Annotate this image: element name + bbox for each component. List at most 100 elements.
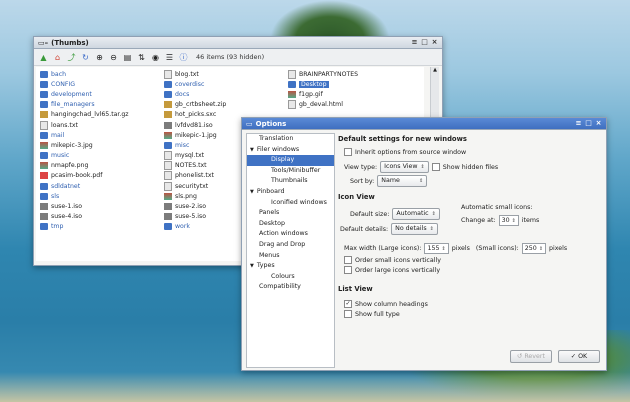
file-item[interactable]: sls [40, 191, 129, 201]
file-item[interactable]: suse-4.iso [40, 212, 129, 222]
max-width-large-spinner[interactable]: 155 ⇕ [424, 243, 449, 254]
sort-by-combo[interactable]: Name ⇕ [377, 175, 428, 187]
nav-item[interactable]: ▼ Types [247, 261, 334, 272]
nav-item[interactable]: Translation [247, 134, 334, 145]
nav-item[interactable]: Colours [247, 272, 334, 283]
nav-item[interactable]: Tools/Minibuffer [247, 166, 334, 177]
file-icon [164, 161, 172, 171]
shade-icon[interactable]: ≡ [411, 39, 418, 46]
file-item[interactable]: blog.txt [164, 69, 226, 79]
file-item[interactable]: suse-2.iso [164, 201, 226, 211]
show-full-type-checkbox[interactable] [344, 310, 352, 318]
file-item[interactable]: lvfdvd81.iso [164, 120, 226, 130]
nav-item[interactable]: Compatibility [247, 282, 334, 293]
file-item[interactable]: mail [40, 130, 129, 140]
close-icon[interactable]: × [431, 39, 438, 46]
file-item[interactable]: sdldatnet [40, 181, 129, 191]
file-item[interactable]: gb_deval.html [288, 100, 358, 110]
revert-label: Revert [524, 353, 545, 360]
info-icon[interactable]: ⓘ [178, 52, 189, 63]
file-item[interactable]: gb_crtbsheet.zip [164, 100, 226, 110]
options-titlebar[interactable]: ▭ Options ≡ □ × [242, 118, 606, 130]
file-item[interactable]: suse-1.iso [40, 201, 129, 211]
nav-item[interactable]: Menus [247, 251, 334, 262]
ok-button[interactable]: ✓ OK [558, 350, 600, 363]
file-item[interactable]: music [40, 151, 129, 161]
file-item[interactable]: mikepic-3.jpg [40, 140, 129, 150]
file-name: mikepic-1.jpg [175, 131, 217, 139]
nav-item[interactable]: Panels [247, 208, 334, 219]
show-hidden-checkbox[interactable] [431, 163, 440, 171]
nav-item[interactable]: ▼ Filer windows [247, 145, 334, 156]
folder-icon [288, 80, 296, 88]
spin-arrows-icon[interactable]: ⇕ [539, 246, 543, 252]
file-item[interactable]: nmapfe.png [40, 161, 129, 171]
order-large-checkbox[interactable] [344, 266, 352, 274]
zoom-in-icon[interactable]: ⊕ [94, 52, 105, 63]
default-details-combo[interactable]: No details ⇕ [391, 223, 438, 235]
sort-icon[interactable]: ⇅ [136, 52, 147, 63]
spin-arrows-icon[interactable]: ⇕ [442, 246, 446, 252]
file-item[interactable]: phonelist.txt [164, 171, 226, 181]
file-item[interactable]: misc [164, 140, 226, 150]
nav-item[interactable]: Drag and Drop [247, 240, 334, 251]
file-item[interactable]: work [164, 222, 226, 232]
default-size-combo[interactable]: Automatic ⇕ [392, 208, 440, 220]
nav-item[interactable]: Desktop [247, 219, 334, 230]
nav-item[interactable]: Action windows [247, 229, 334, 240]
window-menu-icon[interactable]: ▭– [38, 39, 48, 47]
file-item[interactable]: NOTES.txt [164, 161, 226, 171]
file-item[interactable]: bach [40, 69, 129, 79]
change-at-spinner[interactable]: 30 ⇕ [498, 215, 519, 226]
view-type-combo[interactable]: Icons View ⇕ [380, 161, 429, 173]
file-item[interactable]: f1gp.gif [288, 89, 358, 99]
eye-icon[interactable]: ◉ [150, 52, 161, 63]
file-item[interactable]: CONFIG [40, 79, 129, 89]
file-item[interactable]: sls.png [164, 191, 226, 201]
folder-icon [40, 182, 48, 190]
close-icon[interactable]: × [595, 120, 602, 127]
expander-icon[interactable]: ▼ [250, 263, 254, 269]
max-width-small-spinner[interactable]: 250 ⇕ [521, 243, 547, 254]
nav-item[interactable]: Display [247, 155, 334, 166]
file-item[interactable]: Desktop [288, 79, 358, 89]
file-item[interactable]: development [40, 89, 129, 99]
home-icon[interactable]: ⌂ [52, 52, 63, 63]
file-item[interactable]: BRAINPARTYNOTES [288, 69, 358, 79]
file-item[interactable]: suse-5.iso [164, 212, 226, 222]
file-item[interactable]: docs [164, 89, 226, 99]
file-item[interactable]: tmp [40, 222, 129, 232]
file-item[interactable]: hot_picks.sxc [164, 110, 226, 120]
nav-item[interactable]: ▼ Pinboard [247, 187, 334, 198]
file-item[interactable]: loans.txt [40, 120, 129, 130]
expander-icon[interactable]: ▼ [250, 189, 254, 195]
revert-button[interactable]: ↺ Revert [510, 350, 552, 363]
file-item[interactable]: pcasim-book.pdf [40, 171, 129, 181]
nav-item[interactable]: Iconified windows [247, 198, 334, 209]
file-item[interactable]: file_managers [40, 100, 129, 110]
up-icon[interactable]: ▲ [38, 52, 49, 63]
shade-icon[interactable]: ≡ [575, 120, 582, 127]
back-icon[interactable]: ⤴ [66, 52, 77, 63]
view-icon[interactable]: ▤ [122, 52, 133, 63]
order-small-checkbox[interactable] [344, 256, 352, 264]
refresh-icon[interactable]: ↻ [80, 52, 91, 63]
show-column-headings-checkbox[interactable]: ✓ [344, 300, 352, 308]
nav-item[interactable]: Thumbnails [247, 176, 334, 187]
window-menu-icon[interactable]: ▭ [246, 120, 253, 128]
file-item[interactable]: mysql.txt [164, 151, 226, 161]
inherit-checkbox[interactable] [344, 148, 352, 156]
maximize-icon[interactable]: □ [421, 39, 428, 46]
list-icon[interactable]: ☰ [164, 52, 175, 63]
zoom-out-icon[interactable]: ⊖ [108, 52, 119, 63]
scroll-up-icon[interactable]: ▲ [431, 67, 439, 73]
file-item[interactable]: coverdisc [164, 79, 226, 89]
file-icon [164, 192, 172, 200]
file-item[interactable]: securitytxt [164, 181, 226, 191]
file-item[interactable]: hangingchad_lvl65.tar.gz [40, 110, 129, 120]
maximize-icon[interactable]: □ [585, 120, 592, 127]
expander-icon[interactable]: ▼ [250, 147, 254, 153]
spin-arrows-icon[interactable]: ⇕ [512, 218, 516, 224]
file-item[interactable]: mikepic-1.jpg [164, 130, 226, 140]
thumbs-titlebar[interactable]: ▭– (Thumbs) ≡ □ × [34, 37, 442, 49]
